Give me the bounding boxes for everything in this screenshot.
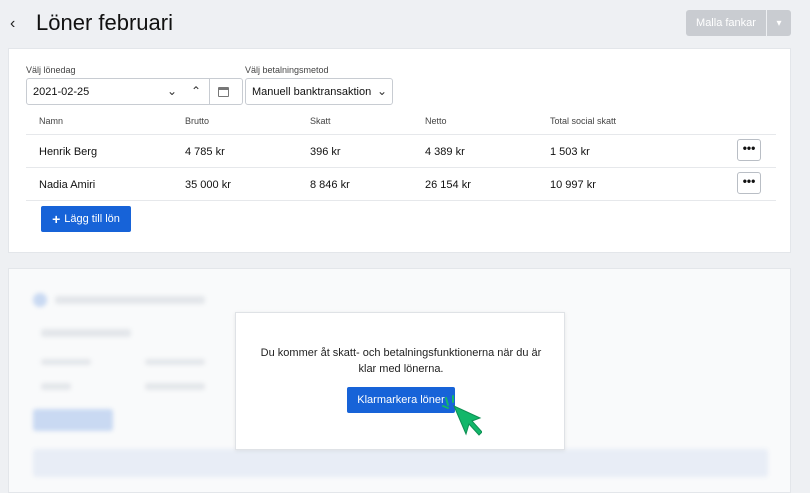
blurred-icon bbox=[33, 293, 47, 307]
page-header: ‹ Löner februari Mallа fankar ▾ bbox=[0, 0, 810, 48]
payment-label: Välj betalningsmetod bbox=[245, 65, 329, 75]
divider bbox=[209, 79, 210, 104]
blurred-text bbox=[41, 359, 91, 365]
column-header-brutto: Brutto bbox=[185, 116, 210, 126]
netto-cell: 26 154 kr bbox=[425, 179, 471, 191]
blurred-text bbox=[145, 359, 205, 365]
chevron-down-icon[interactable]: ⌄ bbox=[167, 84, 177, 98]
payment-method-value: Manuell banktransaktion bbox=[252, 86, 372, 98]
skatt-cell: 8 846 kr bbox=[310, 179, 350, 191]
add-salary-button[interactable]: + Lägg till lön bbox=[41, 206, 131, 232]
blurred-text bbox=[41, 383, 71, 390]
payday-picker[interactable]: 2021-02-25 ⌄ ⌃ bbox=[26, 78, 243, 105]
dialog-message: Du kommer åt skatt- och betalningsfunkti… bbox=[260, 347, 542, 375]
more-options-button[interactable]: ••• bbox=[737, 139, 761, 161]
payroll-card: Välj lönedag 2021-02-25 ⌄ ⌃ Välj betalni… bbox=[8, 48, 791, 253]
date-label: Välj lönedag bbox=[26, 65, 76, 75]
chevron-down-icon[interactable]: ▾ bbox=[767, 10, 791, 36]
cursor-icon bbox=[442, 395, 482, 436]
skatt-cell: 396 kr bbox=[310, 146, 341, 158]
brutto-cell: 4 785 kr bbox=[185, 146, 225, 158]
payday-value: 2021-02-25 bbox=[33, 86, 90, 98]
column-header-social: Total social skatt bbox=[550, 116, 617, 126]
employee-name: Henrik Berg bbox=[39, 146, 98, 158]
divider bbox=[26, 167, 776, 168]
divider bbox=[26, 200, 776, 201]
templates-button[interactable]: Mallа fankar bbox=[686, 10, 766, 36]
blurred-text bbox=[145, 383, 205, 390]
blurred-text bbox=[41, 329, 131, 337]
chevron-down-icon: ⌄ bbox=[377, 84, 388, 98]
chevron-left-icon[interactable]: ‹ bbox=[10, 14, 24, 34]
chevron-up-icon[interactable]: ⌃ bbox=[191, 84, 201, 98]
add-salary-label: Lägg till lön bbox=[64, 213, 120, 225]
plus-icon: + bbox=[52, 211, 61, 227]
column-header-name: Namn bbox=[39, 116, 64, 126]
payment-method-select[interactable]: Manuell banktransaktion ⌄ bbox=[245, 78, 393, 105]
column-header-skatt: Skatt bbox=[310, 116, 331, 126]
page-title: Löner februari bbox=[36, 10, 173, 35]
mark-payroll-complete-button[interactable]: Klarmarkera löner bbox=[347, 387, 455, 413]
netto-cell: 4 389 kr bbox=[425, 146, 465, 158]
social-cell: 1 503 kr bbox=[550, 146, 590, 158]
blurred-banner bbox=[33, 449, 768, 477]
blurred-button bbox=[33, 409, 113, 431]
column-header-netto: Netto bbox=[425, 116, 447, 126]
divider bbox=[26, 134, 776, 135]
calendar-icon[interactable] bbox=[218, 87, 229, 97]
finish-payroll-dialog: Du kommer åt skatt- och betalningsfunkti… bbox=[235, 312, 565, 450]
brutto-cell: 35 000 kr bbox=[185, 179, 231, 191]
employee-name: Nadia Amiri bbox=[39, 179, 96, 191]
blurred-text bbox=[55, 296, 205, 304]
more-options-button[interactable]: ••• bbox=[737, 172, 761, 194]
social-cell: 10 997 kr bbox=[550, 179, 596, 191]
